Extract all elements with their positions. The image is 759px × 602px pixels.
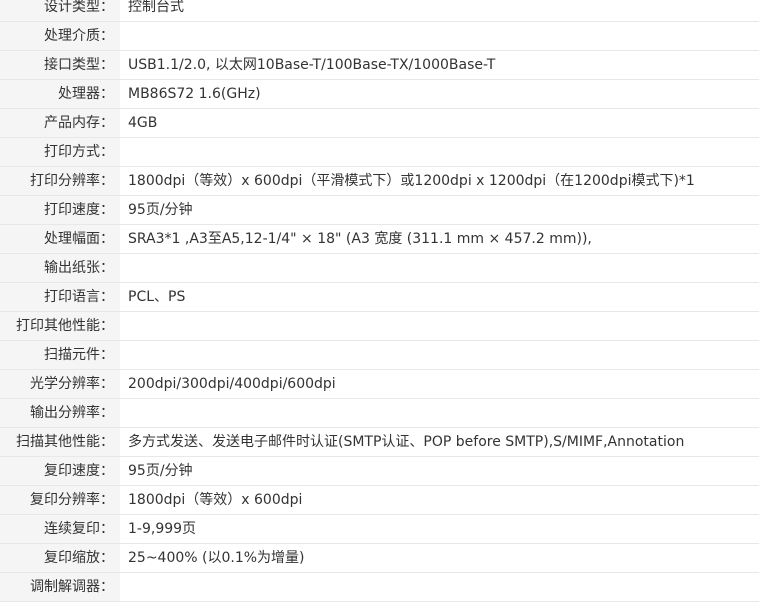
spec-value: USB1.1/2.0, 以太网10Base-T/100Base-TX/1000B…: [128, 57, 496, 73]
spec-row-optical-resolution: 光学分辨率： 200dpi/300dpi/400dpi/600dpi: [0, 370, 759, 399]
spec-value: [120, 254, 759, 282]
spec-row-print-speed: 打印速度： 95页/分钟: [0, 196, 759, 225]
spec-value: 25~400% (以0.1%为增量): [128, 550, 305, 566]
spec-label: 处理器：: [0, 80, 120, 108]
spec-row-output-resolution: 输出分辨率：: [0, 399, 759, 428]
spec-label: 打印速度：: [0, 196, 120, 224]
spec-label: 扫描元件：: [0, 341, 120, 369]
spec-label: 接口类型：: [0, 51, 120, 79]
spec-value: 95页/分钟: [128, 202, 193, 218]
spec-label: 处理幅面：: [0, 225, 120, 253]
spec-value: 4GB: [128, 115, 158, 131]
spec-value: 1800dpi（等效）x 600dpi（平滑模式下）或1200dpi x 120…: [128, 173, 695, 189]
spec-row-scan-other: 扫描其他性能： 多方式发送、发送电子邮件时认证(SMTP认证、POP befor…: [0, 428, 759, 457]
spec-value: 95页/分钟: [128, 463, 193, 479]
spec-row-memory: 产品内存： 4GB: [0, 109, 759, 138]
spec-row-print-resolution: 打印分辨率： 1800dpi（等效）x 600dpi（平滑模式下）或1200dp…: [0, 167, 759, 196]
spec-label: 打印分辨率：: [0, 167, 120, 195]
spec-label: 输出分辨率：: [0, 399, 120, 427]
spec-value: [120, 22, 759, 50]
spec-label: 打印其他性能：: [0, 312, 120, 340]
spec-value: [120, 399, 759, 427]
spec-label: 打印方式：: [0, 138, 120, 166]
spec-label: 调制解调器：: [0, 573, 120, 601]
spec-row-print-language: 打印语言： PCL、PS: [0, 283, 759, 312]
spec-value: PCL、PS: [128, 289, 186, 305]
spec-label: 复印分辨率：: [0, 486, 120, 514]
spec-value: [120, 312, 759, 340]
spec-label: 设计类型：: [0, 0, 120, 21]
spec-row-interface: 接口类型： USB1.1/2.0, 以太网10Base-T/100Base-TX…: [0, 51, 759, 80]
spec-label: 产品内存：: [0, 109, 120, 137]
spec-table: 设计类型： 控制台式 处理介质： 接口类型： USB1.1/2.0, 以太网10…: [0, 0, 759, 602]
spec-row-processor: 处理器： MB86S72 1.6(GHz): [0, 80, 759, 109]
spec-row-scan-element: 扫描元件：: [0, 341, 759, 370]
spec-row-copy-resolution: 复印分辨率： 1800dpi（等效）x 600dpi: [0, 486, 759, 515]
spec-label: 复印速度：: [0, 457, 120, 485]
spec-row-print-method: 打印方式：: [0, 138, 759, 167]
spec-label: 复印缩放：: [0, 544, 120, 572]
spec-value: 1-9,999页: [128, 521, 197, 537]
spec-row-paper-size: 处理幅面： SRA3*1 ,A3至A5,12-1/4" × 18" (A3 宽度…: [0, 225, 759, 254]
spec-value: [120, 138, 759, 166]
spec-value: 200dpi/300dpi/400dpi/600dpi: [128, 376, 336, 392]
spec-value: MB86S72 1.6(GHz): [128, 86, 261, 102]
spec-row-print-other: 打印其他性能：: [0, 312, 759, 341]
spec-row-output-paper: 输出纸张：: [0, 254, 759, 283]
spec-value: [120, 341, 759, 369]
spec-row-copy-zoom: 复印缩放： 25~400% (以0.1%为增量): [0, 544, 759, 573]
spec-label: 光学分辨率：: [0, 370, 120, 398]
spec-row-continuous-copy: 连续复印： 1-9,999页: [0, 515, 759, 544]
spec-row-copy-speed: 复印速度： 95页/分钟: [0, 457, 759, 486]
spec-row-modem: 调制解调器：: [0, 573, 759, 602]
spec-label: 扫描其他性能：: [0, 428, 120, 456]
spec-row-design-type: 设计类型： 控制台式: [0, 0, 759, 22]
spec-label: 处理介质：: [0, 22, 120, 50]
spec-value: 多方式发送、发送电子邮件时认证(SMTP认证、POP before SMTP),…: [128, 434, 685, 450]
spec-value: 1800dpi（等效）x 600dpi: [128, 492, 303, 508]
spec-value: SRA3*1 ,A3至A5,12-1/4" × 18" (A3 宽度 (311.…: [128, 231, 592, 247]
spec-label: 连续复印：: [0, 515, 120, 543]
spec-value: 控制台式: [128, 0, 184, 15]
spec-value: [120, 573, 759, 601]
spec-label: 输出纸张：: [0, 254, 120, 282]
spec-label: 打印语言：: [0, 283, 120, 311]
spec-row-media: 处理介质：: [0, 22, 759, 51]
